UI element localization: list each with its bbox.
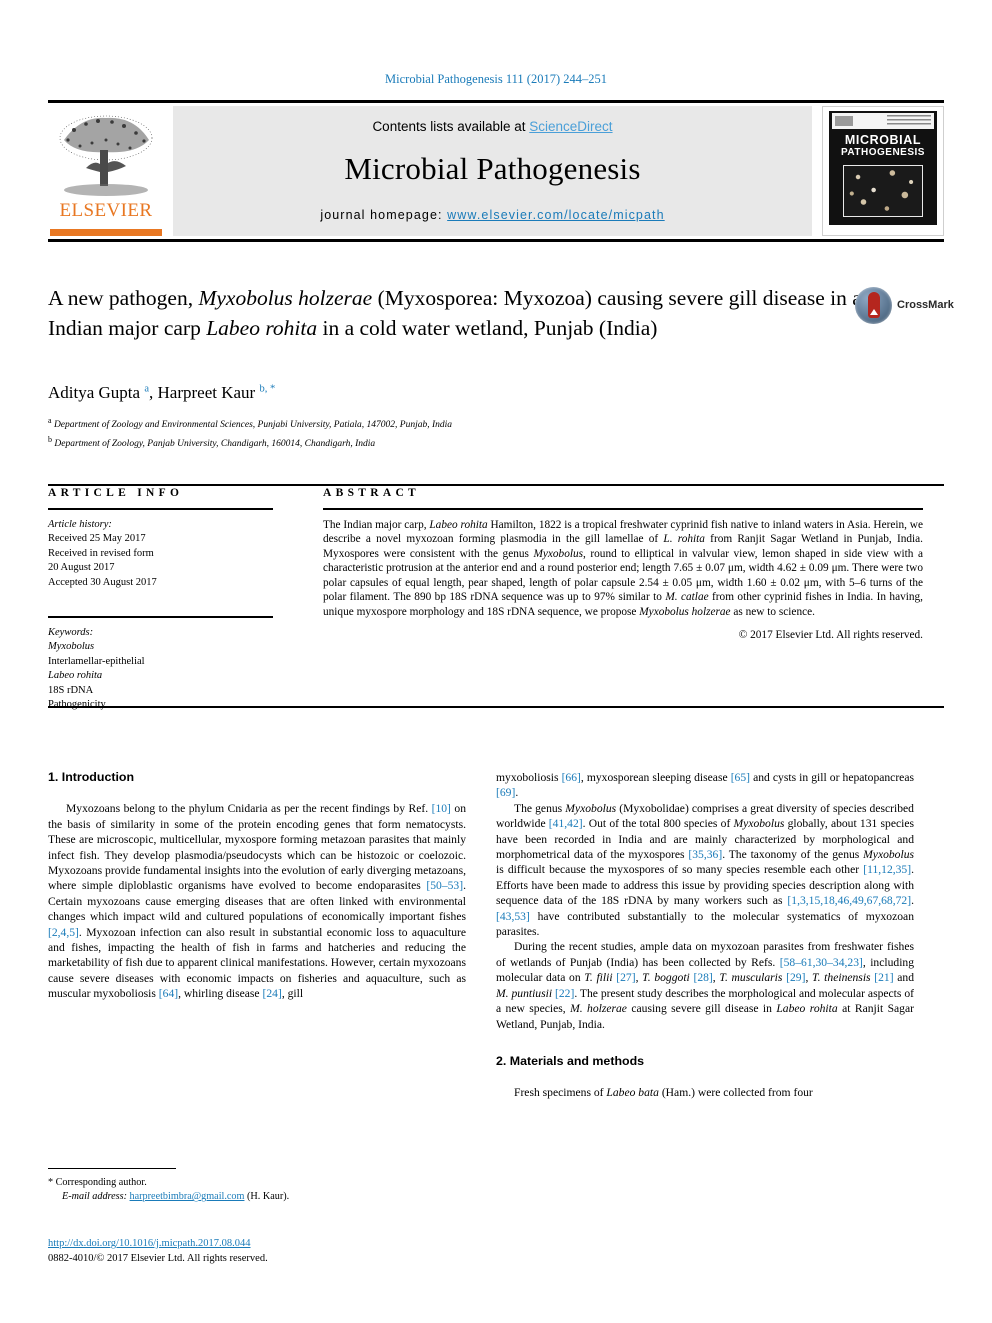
keywords-block: Keywords: Myxobolus Interlamellar-epithe… [48,626,273,713]
keywords-rule [48,616,273,618]
abstract-copyright: © 2017 Elsevier Ltd. All rights reserved… [738,628,923,641]
article-history: Article history: Received 25 May 2017 Re… [48,518,273,591]
history-line: Accepted 30 August 2017 [48,576,157,588]
affiliations: a Department of Zoology and Environmenta… [48,414,878,451]
masthead-bottom-rule [48,239,944,242]
article-history-label: Article history: [48,518,112,530]
keyword-item: Pathogenicity [48,699,106,710]
cover-micrograph-image [843,165,923,217]
journal-band: Contents lists available at ScienceDirec… [173,106,812,236]
keyword-item: 18S rDNA [48,684,94,696]
issn-copyright-line: 0882-4010/© 2017 Elsevier Ltd. All right… [48,1252,268,1264]
footnote-text: * Corresponding author. E-mail address: … [48,1176,466,1204]
crossmark-icon [855,287,892,324]
abstract-rule [323,508,923,510]
info-top-rule [48,484,944,486]
keyword-item: Labeo rohita [48,670,103,681]
section-heading-introduction: 1. Introduction [48,770,135,784]
paper-page: Microbial Pathogenesis 111 (2017) 244–25… [0,0,992,1323]
author-list: Aditya Gupta a, Harpreet Kaur b, * [48,383,276,402]
keyword-item: Myxobolus [48,641,95,652]
sciencedirect-link[interactable]: ScienceDirect [529,119,612,134]
journal-cover-thumbnail: MICROBIAL PATHOGENESIS [822,106,944,236]
body-column-left: 1. Introduction Myxozoans belong to the … [48,770,466,1002]
cover-issue-lines [887,115,931,127]
intro-paragraph-2: The genus Myxobolus (Myxobolidae) compri… [496,801,915,939]
corresponding-author-line: * Corresponding author. [48,1177,147,1189]
contents-line: Contents lists available at ScienceDirec… [173,119,812,134]
article-info-rule [48,508,273,510]
crossmark-badge[interactable]: CrossMark [855,287,954,335]
intro-paragraph-3: During the recent studies, ample data on… [496,940,915,1031]
keyword-item: Interlamellar-epithelial [48,655,145,667]
journal-masthead: ELSEVIER Contents lists available at Sci… [48,100,944,242]
cover-title-line1: MICROBIAL [844,133,922,147]
page-title: A new pathogen, Myxobolus holzerae (Myxo… [48,286,873,340]
elsevier-tree-icon [59,115,153,196]
title-block: A new pathogen, Myxobolus holzerae (Myxo… [48,283,878,343]
crossmark-arrow-shape [869,309,878,315]
intro-paragraph-1-continued: myxoboliosis [66], myxosporean sleeping … [496,771,914,800]
abstract-heading: ABSTRACT [323,487,421,499]
email-suffix: (H. Kaur). [244,1191,290,1203]
abstract-text: The Indian major carp, Labeo rohita Hami… [323,518,923,619]
article-info-column: ARTICLE INFO Article history: Received 2… [48,487,273,713]
footnote-rule [48,1168,176,1170]
elsevier-orange-bar [50,229,162,236]
history-line: 20 August 2017 [48,562,115,573]
running-head: Microbial Pathogenesis 111 (2017) 244–25… [385,72,607,86]
info-abstract-region: ARTICLE INFO Article history: Received 2… [48,484,944,710]
email-label: E-mail address: [62,1191,130,1203]
affiliation-a: a Department of Zoology and Environmenta… [48,416,453,431]
corresponding-author-footnote: * Corresponding author. E-mail address: … [48,1168,466,1204]
affiliation-a-text: Department of Zoology and Environmental … [53,420,453,431]
doi-link[interactable]: http://dx.doi.org/10.1016/j.micpath.2017… [48,1238,251,1249]
intro-paragraph-1: Myxozoans belong to the phylum Cnidaria … [48,802,466,1001]
history-line: Received 25 May 2017 [48,533,146,544]
email-link[interactable]: harpreetbimbra@gmail.com [130,1191,245,1202]
journal-title: Microbial Pathogenesis [344,151,641,186]
affiliation-b: b Department of Zoology, Panjab Universi… [48,434,376,449]
body-columns: 1. Introduction Myxozoans belong to the … [48,770,944,1190]
affiliation-b-text: Department of Zoology, Panjab University… [54,438,376,449]
journal-homepage-line: journal homepage: www.elsevier.com/locat… [173,208,812,222]
cover-title-line2: PATHOGENESIS [841,147,925,158]
masthead-top-rule [48,100,944,103]
keywords-label: Keywords: [48,626,94,638]
elsevier-wordmark: ELSEVIER [59,200,153,221]
contents-prefix: Contents lists available at [372,119,530,134]
section-heading-methods: 2. Materials and methods [496,1053,645,1068]
doi-block: http://dx.doi.org/10.1016/j.micpath.2017… [48,1237,478,1266]
journal-homepage-link[interactable]: www.elsevier.com/locate/micpath [447,208,665,222]
body-column-right: myxoboliosis [66], myxosporean sleeping … [496,770,914,1101]
history-line: Received in revised form [48,547,154,559]
cover-header-strip [832,113,934,129]
cover-inner: MICROBIAL PATHOGENESIS [829,111,937,225]
crossmark-label: CrossMark [897,299,954,311]
article-info-heading: ARTICLE INFO [48,487,184,499]
methods-paragraph-1: Fresh specimens of Labeo bata (Ham.) wer… [514,1086,813,1100]
homepage-prefix: journal homepage: [320,208,448,222]
abstract-column: ABSTRACT The Indian major carp, Labeo ro… [323,487,923,641]
cover-publisher-mark [835,116,853,126]
elsevier-logo: ELSEVIER [50,106,162,236]
email-line: E-mail address: harpreetbimbra@gmail.com… [48,1190,466,1204]
